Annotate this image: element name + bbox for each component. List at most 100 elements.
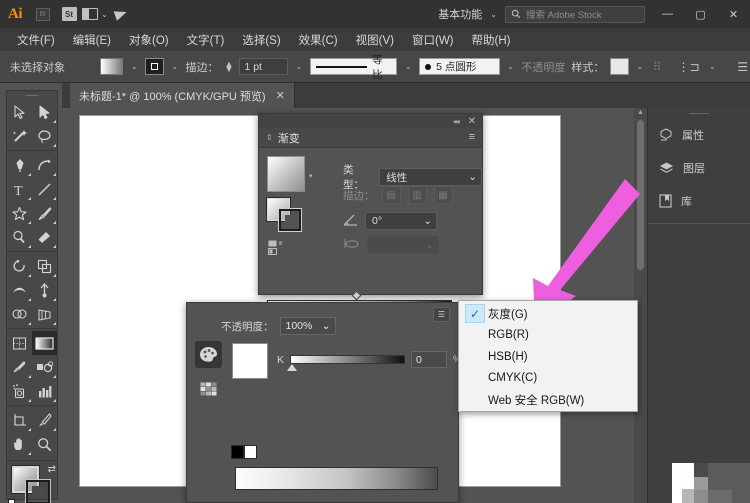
swatches-grid-icon[interactable] <box>195 375 222 402</box>
stock-search-input[interactable]: 搜索 Adobe Stock <box>505 5 645 23</box>
symbol-sprayer-tool[interactable] <box>7 379 32 403</box>
menu-item-grayscale[interactable]: ✓ 灰度(G) <box>459 303 637 325</box>
magic-wand-tool[interactable] <box>7 124 32 148</box>
reverse-gradient-icon[interactable] <box>268 240 285 260</box>
close-icon[interactable]: ✕ <box>276 89 285 102</box>
opacity-select[interactable]: 100% ⌄ <box>279 317 336 335</box>
fill-swatch[interactable] <box>100 58 124 75</box>
eraser-tool[interactable] <box>32 225 57 249</box>
pencil-tool[interactable] <box>7 225 32 249</box>
menu-item-rgb[interactable]: RGB(R) <box>459 325 637 347</box>
share-icon[interactable] <box>108 0 134 28</box>
rotate-tool[interactable] <box>7 254 32 278</box>
align-icon[interactable]: ⠿ <box>651 60 664 74</box>
stroke-weight-chevron-down-icon[interactable]: ⌄ <box>294 62 304 71</box>
bridge-icon[interactable]: Br <box>30 0 56 28</box>
menu-item-cmyk[interactable]: CMYK(C) <box>459 368 637 390</box>
hand-tool[interactable] <box>7 432 32 456</box>
width-tool[interactable] <box>7 278 32 302</box>
document-tab[interactable]: 未标题-1* @ 100% (CMYK/GPU 预览) ✕ <box>70 83 295 108</box>
selection-tool[interactable] <box>7 100 32 124</box>
menu-object[interactable]: 对象(O) <box>120 29 178 51</box>
graphic-style-swatch[interactable] <box>610 58 630 75</box>
blend-tool[interactable] <box>32 355 57 379</box>
menu-item-websafe-rgb[interactable]: Web 安全 RGB(W) <box>459 389 637 411</box>
style-chevron-down-icon[interactable]: ⌄ <box>635 62 645 71</box>
gradient-preview-swatch[interactable] <box>267 156 305 192</box>
fill-chevron-down-icon[interactable]: ⌄ <box>129 62 139 71</box>
stock-icon[interactable]: St <box>56 0 82 28</box>
gradient-angle-select[interactable]: 0° ⌄ <box>365 212 437 230</box>
column-graph-tool[interactable] <box>32 379 57 403</box>
panel-menu-icon[interactable]: ≡ <box>469 132 475 143</box>
curvature-tool[interactable] <box>32 153 57 177</box>
menu-type[interactable]: 文字(T) <box>178 29 234 51</box>
stroke-weight-stepper[interactable]: ▲ ▼ <box>225 59 234 73</box>
slider-handle[interactable] <box>287 364 298 371</box>
menu-item-hsb[interactable]: HSB(H) <box>459 346 637 368</box>
close-button[interactable]: ✕ <box>717 0 750 28</box>
artboard-tool[interactable] <box>7 408 32 432</box>
swap-fill-stroke-icon[interactable]: ⇄ <box>48 464 56 475</box>
panel-resize-icon[interactable]: ⇕ <box>266 133 273 142</box>
stroke-weight-field[interactable]: 1 pt <box>239 58 289 75</box>
gradient-preset-chevron-icon[interactable]: ▾ <box>309 172 313 180</box>
menu-help[interactable]: 帮助(H) <box>463 29 520 51</box>
menu-view[interactable]: 视图(V) <box>347 29 403 51</box>
stroke-across-icon[interactable]: ▦ <box>433 186 453 204</box>
gradient-type-select[interactable]: 线性 ⌄ <box>379 168 482 186</box>
collapse-icon[interactable]: ◂◂ <box>453 117 460 126</box>
right-dock-grip[interactable] <box>648 108 750 118</box>
menu-effect[interactable]: 效果(C) <box>290 29 347 51</box>
transform-chevron-down-icon[interactable]: ⌄ <box>708 62 718 71</box>
gradient-tool[interactable] <box>32 331 57 355</box>
scale-tool[interactable] <box>32 254 57 278</box>
lasso-tool[interactable] <box>32 124 57 148</box>
active-fill-swatch[interactable] <box>232 343 268 379</box>
scrollbar-thumb[interactable] <box>637 120 644 270</box>
stroke-within-icon[interactable]: ▤ <box>381 186 401 204</box>
brush-chevron-down-icon[interactable]: ⌄ <box>506 62 516 71</box>
stroke-chevron-down-icon[interactable]: ⌄ <box>170 62 180 71</box>
pen-tool[interactable] <box>7 153 32 177</box>
zoom-tool[interactable] <box>32 432 57 456</box>
close-icon[interactable]: ✕ <box>468 116 476 127</box>
menu-file[interactable]: 文件(F) <box>8 29 64 51</box>
minimize-button[interactable]: — <box>651 0 684 28</box>
document-setup-icon[interactable]: ☰ <box>735 60 750 74</box>
dock-item-properties[interactable]: 属性 <box>648 118 750 151</box>
arrange-documents-icon[interactable]: ⌄ <box>82 0 108 28</box>
k-channel-slider[interactable] <box>287 355 406 371</box>
paintbrush-tool[interactable] <box>32 201 57 225</box>
stroke-swatch[interactable] <box>145 58 164 75</box>
stroke-color-swatch[interactable] <box>25 479 51 503</box>
stroke-profile-field[interactable]: 等比 <box>309 54 398 81</box>
slice-tool[interactable] <box>32 408 57 432</box>
stroke-profile-chevron-down-icon[interactable]: ⌄ <box>403 62 413 71</box>
shape-builder-tool[interactable] <box>7 302 32 326</box>
gradient-aspect-select[interactable]: ⌄ <box>367 236 439 254</box>
black-swatch[interactable] <box>231 445 244 459</box>
line-segment-tool[interactable] <box>32 177 57 201</box>
eyedropper-tool[interactable] <box>7 355 32 379</box>
menu-edit[interactable]: 编辑(E) <box>64 29 120 51</box>
panel-menu-icon[interactable]: ☰ <box>433 307 450 322</box>
free-transform-tool[interactable] <box>32 278 57 302</box>
maximize-button[interactable]: ▢ <box>684 0 717 28</box>
workspace-switcher[interactable]: 基本功能 ⌄ <box>430 6 505 22</box>
shape-tool[interactable] <box>7 201 32 225</box>
color-spectrum-bar[interactable] <box>235 467 438 490</box>
stroke-along-icon[interactable]: ▥ <box>407 186 427 204</box>
mesh-tool[interactable] <box>7 331 32 355</box>
scroll-up-icon[interactable]: ▲ <box>634 109 647 116</box>
dock-item-libraries[interactable]: 库 <box>648 184 750 217</box>
gradient-stroke-box[interactable] <box>278 208 302 232</box>
k-channel-value[interactable]: 0 <box>411 351 448 368</box>
brush-definition-field[interactable]: 5 点圆形 <box>419 58 500 75</box>
default-fill-stroke-icon[interactable] <box>8 499 19 503</box>
perspective-grid-tool[interactable] <box>32 302 57 326</box>
dock-item-layers[interactable]: 图层 <box>648 151 750 184</box>
type-tool[interactable]: T <box>7 177 32 201</box>
white-swatch[interactable] <box>244 445 257 459</box>
menu-select[interactable]: 选择(S) <box>233 29 289 51</box>
